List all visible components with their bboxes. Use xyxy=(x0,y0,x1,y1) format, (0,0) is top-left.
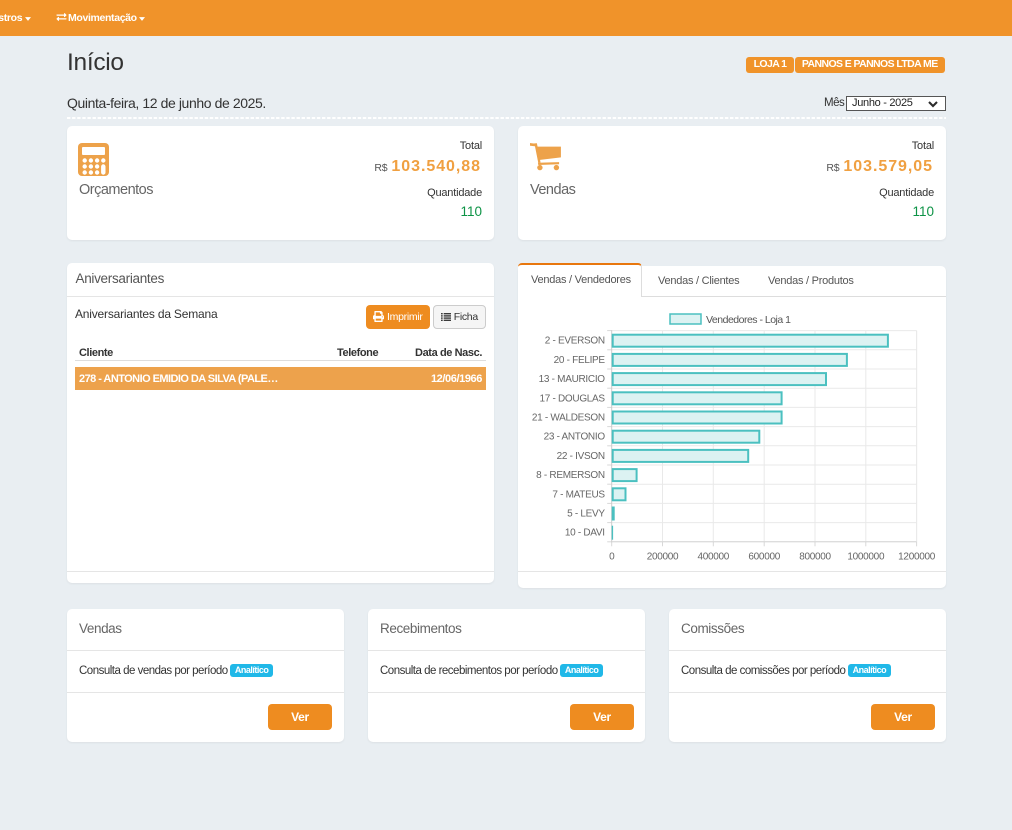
svg-text:0: 0 xyxy=(609,552,615,563)
svg-text:21 - WALDESON: 21 - WALDESON xyxy=(532,413,605,424)
svg-text:2 - EVERSON: 2 - EVERSON xyxy=(545,336,605,347)
svg-text:22 - IVSON: 22 - IVSON xyxy=(557,451,605,462)
svg-text:200000: 200000 xyxy=(647,552,679,563)
svg-text:1000000: 1000000 xyxy=(847,552,885,563)
svg-text:5 - LEVY: 5 - LEVY xyxy=(567,509,605,520)
svg-text:1200000: 1200000 xyxy=(898,552,936,563)
svg-text:23 - ANTONIO: 23 - ANTONIO xyxy=(544,432,606,443)
svg-text:20 - FELIPE: 20 - FELIPE xyxy=(554,355,606,366)
svg-text:10 - DAVI: 10 - DAVI xyxy=(565,528,605,539)
svg-text:17 - DOUGLAS: 17 - DOUGLAS xyxy=(539,393,605,404)
svg-text:8 - REMERSON: 8 - REMERSON xyxy=(536,470,605,481)
svg-text:Vendedores - Loja 1: Vendedores - Loja 1 xyxy=(706,314,791,326)
svg-text:400000: 400000 xyxy=(698,552,730,563)
svg-text:600000: 600000 xyxy=(748,552,780,563)
svg-text:800000: 800000 xyxy=(799,552,831,563)
svg-text:13 - MAURICIO: 13 - MAURICIO xyxy=(539,374,606,385)
svg-text:7 - MATEUS: 7 - MATEUS xyxy=(552,489,605,500)
